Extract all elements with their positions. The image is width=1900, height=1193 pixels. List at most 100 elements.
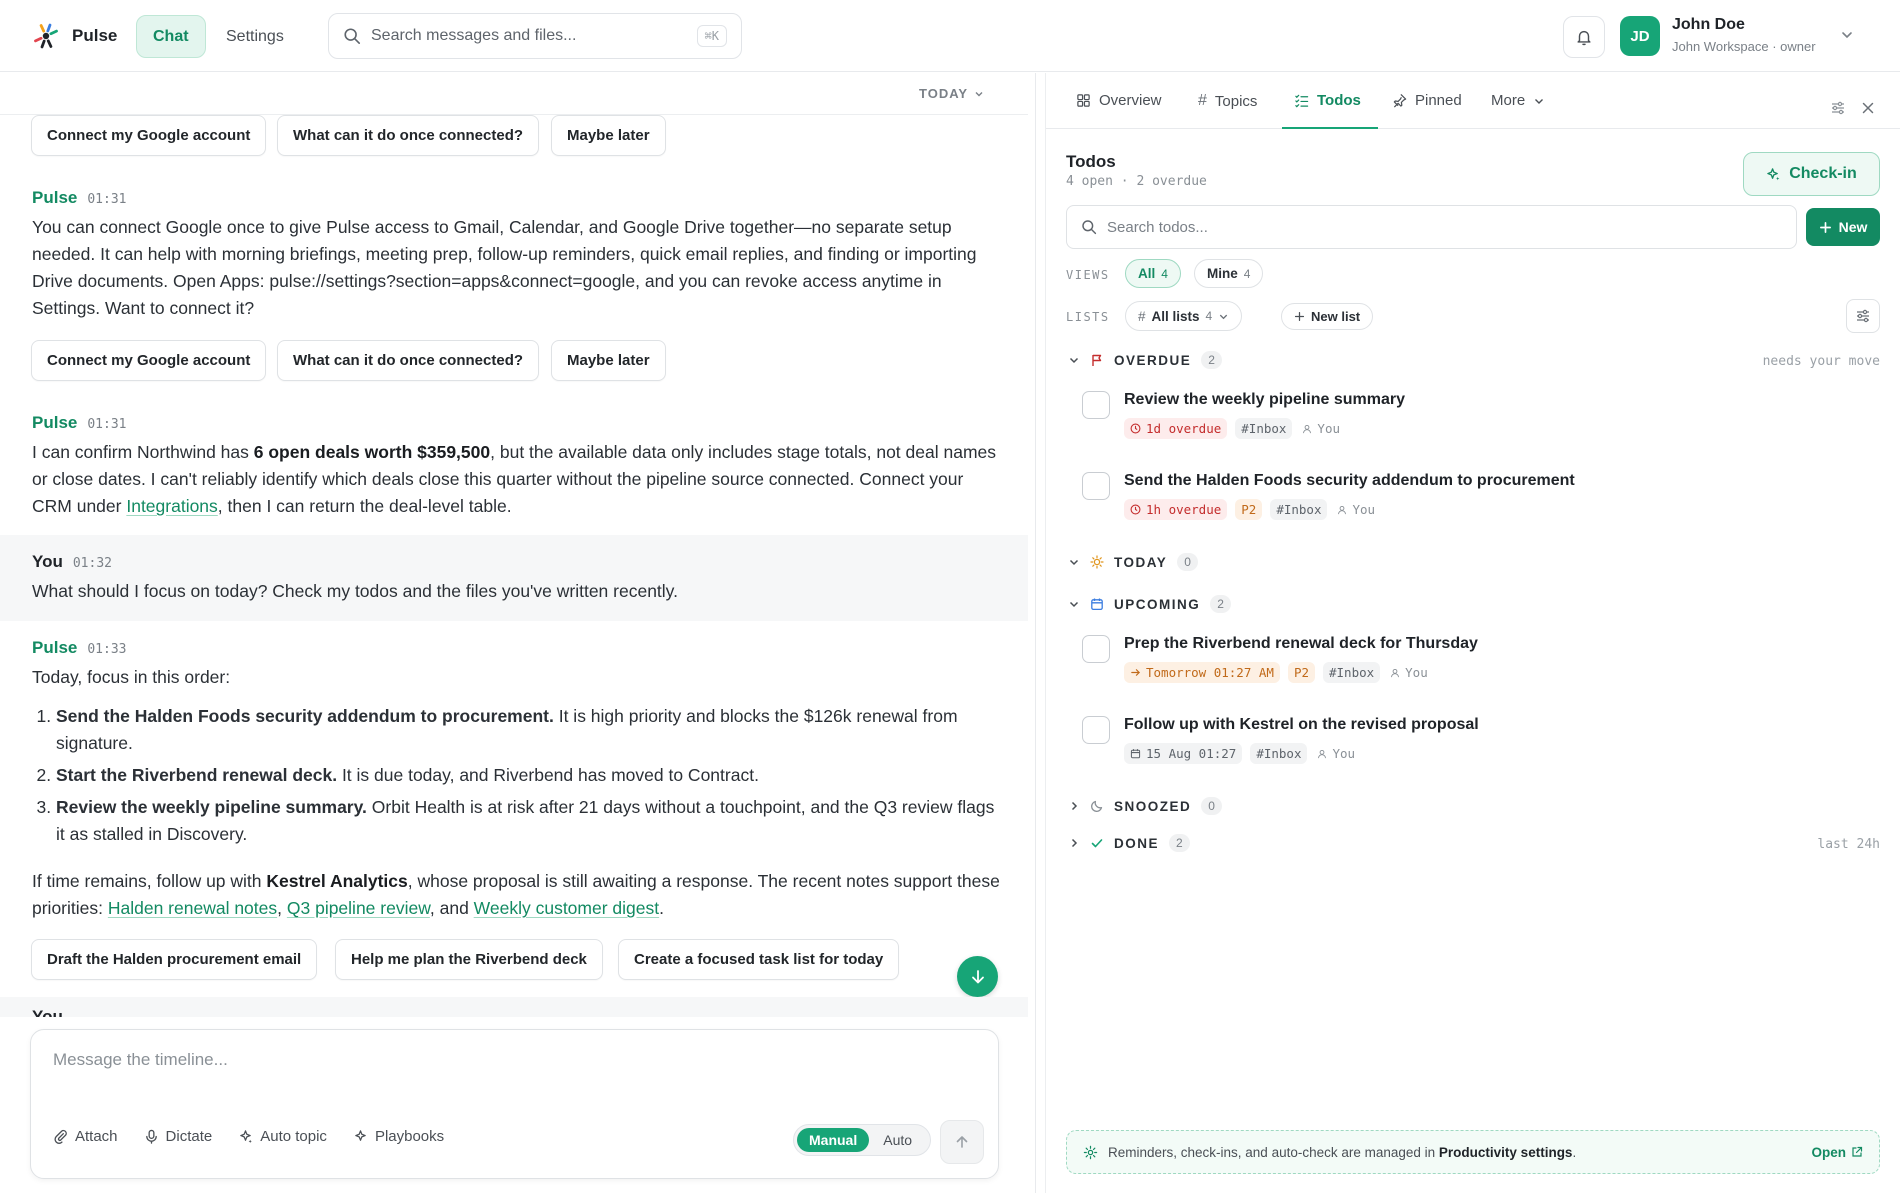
open-settings-link[interactable]: Open — [1811, 1145, 1863, 1160]
tab-overview[interactable]: Overview — [1076, 92, 1162, 109]
section-count: 2 — [1210, 595, 1231, 613]
owner-tag: You — [1335, 499, 1377, 520]
todo-meta: 1h overdue P2 #Inbox You — [1124, 499, 1377, 520]
list-item: Review the weekly pipeline summary. Orbi… — [56, 794, 1006, 848]
todo-checkbox[interactable] — [1082, 716, 1110, 744]
section-overdue[interactable]: OVERDUE 2 — [1068, 351, 1222, 369]
view-mine[interactable]: Mine 4 — [1194, 259, 1264, 288]
playbooks-button[interactable]: Playbooks — [353, 1128, 444, 1145]
owner-tag: You — [1388, 662, 1430, 683]
composer-input[interactable]: Message the timeline... — [53, 1050, 228, 1070]
plus-icon — [1294, 311, 1305, 322]
section-done[interactable]: DONE 2 — [1068, 834, 1190, 852]
section-note: needs your move — [1762, 354, 1880, 369]
section-label: OVERDUE — [1114, 352, 1192, 368]
suggestion-chip[interactable]: Maybe later — [551, 340, 666, 381]
sliders-icon — [1857, 309, 1869, 323]
file-link[interactable]: Halden renewal notes — [108, 898, 277, 918]
nav-chat[interactable]: Chat — [136, 15, 206, 58]
todo-checkbox[interactable] — [1082, 391, 1110, 419]
file-link[interactable]: Q3 pipeline review — [287, 898, 430, 918]
panel-tabs: Overview # Topics Todos Pinned More — [1046, 73, 1900, 129]
new-todo-button[interactable]: New — [1806, 208, 1880, 246]
mode-auto[interactable]: Auto — [873, 1132, 922, 1148]
new-list-button[interactable]: New list — [1281, 303, 1374, 330]
scroll-to-bottom-button[interactable] — [957, 956, 998, 997]
check-in-button[interactable]: Check-in — [1743, 152, 1880, 196]
user-avatar[interactable]: JD — [1620, 16, 1660, 56]
top-bar: Pulse Chat Settings Search messages and … — [0, 0, 1900, 72]
list-tag[interactable]: #Inbox — [1270, 499, 1328, 520]
suggestion-chip[interactable]: Draft the Halden procurement email — [31, 939, 318, 980]
send-button[interactable] — [940, 1120, 984, 1164]
mode-manual[interactable]: Manual — [797, 1128, 870, 1152]
list-tag[interactable]: #Inbox — [1250, 743, 1308, 764]
auto-topic-button[interactable]: Auto topic — [238, 1128, 327, 1145]
file-link[interactable]: Weekly customer digest — [474, 898, 659, 918]
todo-search-input[interactable]: Search todos... — [1066, 205, 1797, 249]
message-composer[interactable]: Message the timeline... Attach Dictate A… — [30, 1029, 999, 1179]
suggestion-chip[interactable]: What can it do once connected? — [277, 340, 540, 381]
nav-settings[interactable]: Settings — [212, 15, 298, 58]
pill-label: All — [1138, 266, 1156, 281]
tab-topics[interactable]: # Topics — [1198, 92, 1257, 110]
tab-more[interactable]: More — [1491, 92, 1545, 109]
text-run: , — [277, 898, 287, 918]
message-time: 01:32 — [72, 556, 112, 571]
list-filter-button[interactable] — [1846, 299, 1880, 333]
todo-checkbox[interactable] — [1082, 472, 1110, 500]
tab-pinned[interactable]: Pinned — [1392, 92, 1462, 109]
text-bold: Review the weekly pipeline summary. — [56, 797, 367, 817]
day-selector[interactable]: TODAY — [919, 86, 984, 101]
views-label: VIEWS — [1066, 268, 1110, 282]
send-mode-toggle[interactable]: Manual Auto — [793, 1124, 931, 1156]
text-run: , and — [429, 898, 474, 918]
sliders-icon[interactable] — [1830, 100, 1846, 116]
text-run: It is due today, and Riverbend has moved… — [337, 765, 759, 785]
panel-divider[interactable] — [1035, 73, 1036, 1193]
message-author: Pulse — [32, 638, 78, 657]
suggestion-chip[interactable]: What can it do once connected? — [277, 115, 540, 156]
todo-title: Prep the Riverbend renewal deck for Thur… — [1124, 635, 1478, 652]
global-search-input[interactable]: Search messages and files... ⌘K — [328, 13, 742, 59]
dictate-button[interactable]: Dictate — [144, 1128, 212, 1145]
suggestion-chip[interactable]: Connect my Google account — [31, 340, 267, 381]
suggestion-chip[interactable]: Create a focused task list for today — [618, 939, 900, 980]
user-icon — [1318, 749, 1327, 758]
arrow-up-icon — [956, 1136, 968, 1148]
suggestion-chip[interactable]: Connect my Google account — [31, 115, 267, 156]
due-badge: Tomorrow 01:27 AM — [1124, 662, 1280, 683]
tab-todos[interactable]: Todos — [1294, 92, 1361, 109]
all-lists-dropdown[interactable]: # All lists 4 — [1125, 301, 1243, 331]
view-all[interactable]: All 4 — [1125, 259, 1181, 288]
chat-panel: TODAY Connect my Google account What can… — [0, 73, 1028, 1193]
list-tag[interactable]: #Inbox — [1235, 418, 1293, 439]
text-run: . — [1572, 1144, 1577, 1160]
chat-timeline[interactable]: TODAY Connect my Google account What can… — [0, 73, 1028, 1017]
close-icon[interactable] — [1860, 100, 1876, 116]
focus-list: Send the Halden Foods security addendum … — [56, 703, 1006, 853]
pill-label: All lists — [1151, 308, 1200, 324]
tool-label: Attach — [75, 1128, 118, 1145]
bell-icon — [1577, 30, 1591, 46]
suggestion-chip[interactable]: Help me plan the Riverbend deck — [335, 939, 603, 980]
user-icon — [1338, 505, 1347, 514]
user-name: John Doe — [1672, 16, 1745, 33]
message-body: I can confirm Northwind has 6 open deals… — [32, 439, 1002, 520]
list-tag[interactable]: #Inbox — [1323, 662, 1381, 683]
pin-icon — [1393, 93, 1407, 108]
chevron-down-icon[interactable] — [1840, 28, 1854, 42]
text-run: I can confirm Northwind has — [32, 442, 254, 462]
section-today[interactable]: TODAY 0 — [1068, 553, 1198, 571]
section-snoozed[interactable]: SNOOZED 0 — [1068, 797, 1222, 815]
due-text: 1d overdue — [1146, 421, 1222, 436]
chevron-down-icon — [1069, 559, 1079, 566]
section-upcoming[interactable]: UPCOMING 2 — [1068, 595, 1231, 613]
notifications-button[interactable] — [1563, 16, 1605, 58]
app-logo[interactable]: Pulse — [30, 20, 117, 52]
todo-checkbox[interactable] — [1082, 635, 1110, 663]
sparkle-icon — [1767, 167, 1780, 180]
suggestion-chip[interactable]: Maybe later — [551, 115, 666, 156]
integrations-link[interactable]: Integrations — [126, 496, 217, 516]
attach-button[interactable]: Attach — [53, 1128, 118, 1145]
